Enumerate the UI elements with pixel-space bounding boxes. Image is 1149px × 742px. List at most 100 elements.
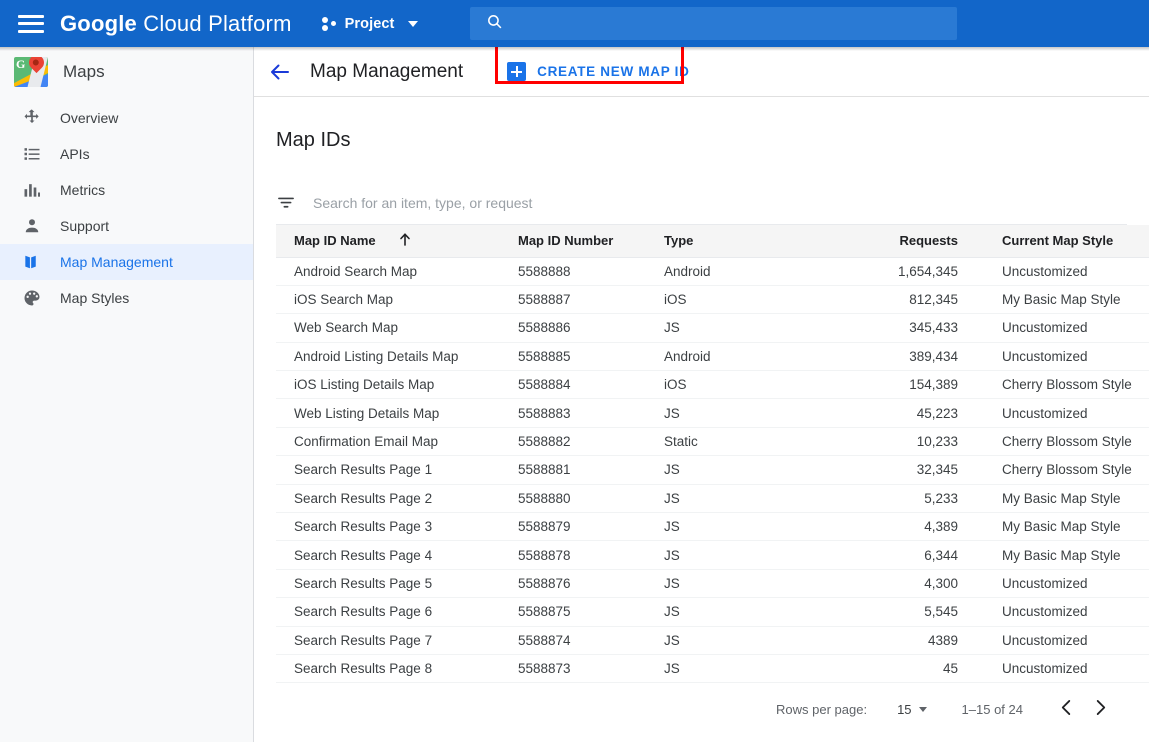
table-row[interactable]: Confirmation Email Map 5588882 Static 10,23… [276, 427, 1149, 457]
requests-cell: 4,300 [798, 569, 984, 599]
column-header-requests[interactable]: Requests [798, 225, 984, 258]
current-map-style-cell: Cherry Blossom Style [984, 370, 1149, 400]
rows-per-page-label: Rows per page: [776, 701, 868, 717]
map-type-cell: JS [646, 484, 798, 514]
map-id-number-cell: 5588886 [500, 313, 646, 343]
map-type-cell: JS [646, 626, 798, 655]
table-row[interactable]: Android Search Map 5588888 Android 1,654,34… [276, 257, 1149, 286]
map-type-cell: Static [646, 427, 798, 457]
chevron-left-icon [1059, 699, 1074, 719]
search-input[interactable] [513, 15, 957, 32]
sidebar-item-label: Overview [60, 110, 119, 126]
global-search-bar[interactable] [470, 7, 957, 40]
rows-per-page-select[interactable]: 15 [897, 701, 927, 717]
create-new-map-id-button[interactable]: CREATE NEW MAP ID [505, 58, 691, 85]
create-button-label: CREATE NEW MAP ID [537, 64, 690, 79]
table-pagination: Rows per page: 15 1–15 of 24 [276, 683, 1127, 735]
sidebar-item-map-styles[interactable]: Map Styles [0, 280, 253, 316]
sidebar-item-label: Map Management [60, 254, 173, 270]
map-id-name-cell: iOS Search Map [276, 285, 500, 315]
table-row[interactable]: Web Listing Details Map 5588883 JS 45,223 Un… [276, 398, 1149, 428]
back-arrow-icon[interactable] [268, 60, 292, 84]
search-icon [486, 13, 503, 35]
sidebar-item-apis[interactable]: APIs [0, 136, 253, 172]
map-id-name-cell: Confirmation Email Map [276, 427, 500, 457]
section-title: Map IDs [276, 129, 351, 151]
table-row[interactable]: Search Results Page 5 5588876 JS 4,300 Uncus… [276, 569, 1149, 599]
map-id-name-cell: Search Results Page 5 [276, 569, 500, 599]
requests-cell: 345,433 [798, 313, 984, 343]
rows-per-page-value: 15 [897, 701, 912, 717]
map-type-cell: iOS [646, 370, 798, 400]
map-id-number-cell: 5588880 [500, 484, 646, 514]
table-body: Android Search Map 5588888 Android 1,654,34… [276, 257, 1149, 684]
map-id-name-cell: Search Results Page 7 [276, 626, 500, 655]
product-header[interactable]: G Maps [0, 47, 253, 96]
page-header: Map Management CREATE NEW MAP ID [254, 44, 1149, 97]
table-row[interactable]: Web Search Map 5588886 JS 345,433 Uncustomiz… [276, 313, 1149, 343]
previous-page-button[interactable] [1049, 692, 1083, 726]
current-map-style-cell: Uncustomized [984, 626, 1149, 655]
column-header-map-id-name[interactable]: Map ID Name [276, 225, 500, 258]
current-map-style-cell: My Basic Map Style [984, 512, 1149, 542]
map-id-number-cell: 5588881 [500, 455, 646, 485]
requests-cell: 812,345 [798, 285, 984, 315]
brand-cloud-platform: Cloud Platform [143, 10, 292, 36]
hamburger-menu-icon[interactable] [18, 14, 44, 33]
requests-cell: 154,389 [798, 370, 984, 400]
project-selector[interactable]: Project [321, 15, 395, 32]
map-id-name-cell: Android Listing Details Map [276, 342, 500, 372]
table-row[interactable]: Search Results Page 8 5588873 JS 45 Uncustom… [276, 654, 1149, 684]
project-dots-icon [321, 16, 338, 31]
table-row[interactable]: Search Results Page 3 5588879 JS 4,389 My Ba… [276, 512, 1149, 542]
next-page-button[interactable] [1083, 692, 1117, 726]
sidebar-item-metrics[interactable]: Metrics [0, 172, 253, 208]
sidebar-item-map-management[interactable]: Map Management [0, 244, 253, 280]
project-label: Project [344, 15, 395, 32]
current-map-style-cell: Uncustomized [984, 398, 1149, 428]
requests-cell: 10,233 [798, 427, 984, 457]
map-type-cell: JS [646, 569, 798, 599]
map-id-name-cell: Android Search Map [276, 257, 500, 286]
current-map-style-cell: Uncustomized [984, 654, 1149, 684]
current-map-style-cell: Uncustomized [984, 342, 1149, 372]
table-row[interactable]: iOS Search Map 5588887 iOS 812,345 My Basic … [276, 285, 1149, 315]
map-icon [22, 252, 42, 272]
requests-cell: 32,345 [798, 455, 984, 485]
current-map-style-cell: My Basic Map Style [984, 540, 1149, 570]
list-icon [22, 144, 42, 164]
column-header-type[interactable]: Type [646, 225, 798, 258]
map-id-name-cell: Search Results Page 8 [276, 654, 500, 684]
map-id-name-cell: Search Results Page 4 [276, 540, 500, 570]
map-type-cell: JS [646, 455, 798, 485]
google-maps-logo-icon: G [14, 56, 48, 87]
sidebar: G Maps Overview APIs Metrics Support Map… [0, 47, 254, 742]
column-header-current-map-style[interactable]: Current Map Style [984, 225, 1149, 258]
sidebar-item-overview[interactable]: Overview [0, 100, 253, 136]
requests-cell: 45 [798, 654, 984, 684]
map-type-cell: JS [646, 597, 798, 627]
map-id-number-cell: 5588875 [500, 597, 646, 627]
table-row[interactable]: Search Results Page 4 5588878 JS 6,344 My Ba… [276, 540, 1149, 570]
current-map-style-cell: Cherry Blossom Style [984, 427, 1149, 457]
requests-cell: 45,223 [798, 398, 984, 428]
table-row[interactable]: Android Listing Details Map 5588885 Androi… [276, 342, 1149, 372]
table-search-input[interactable] [313, 194, 1127, 211]
chevron-down-icon[interactable] [408, 20, 419, 27]
filter-list-icon[interactable] [276, 193, 296, 213]
requests-cell: 389,434 [798, 342, 984, 372]
map-id-name-cell: Search Results Page 2 [276, 484, 500, 514]
sidebar-item-support[interactable]: Support [0, 208, 253, 244]
map-id-number-cell: 5588876 [500, 569, 646, 599]
column-header-map-id-number[interactable]: Map ID Number [500, 225, 646, 258]
table-row[interactable]: Search Results Page 7 5588874 JS 4389 Uncust… [276, 626, 1149, 655]
map-type-cell: iOS [646, 285, 798, 315]
map-id-name-cell: Web Search Map [276, 313, 500, 343]
map-type-cell: JS [646, 512, 798, 542]
table-row[interactable]: Search Results Page 6 5588875 JS 5,545 Uncus… [276, 597, 1149, 627]
sort-ascending-arrow-icon[interactable] [399, 232, 411, 249]
chevron-right-icon [1093, 699, 1108, 719]
table-row[interactable]: Search Results Page 2 5588880 JS 5,233 My Ba… [276, 484, 1149, 514]
table-row[interactable]: Search Results Page 1 5588881 JS 32,345 Cher… [276, 455, 1149, 485]
table-row[interactable]: iOS Listing Details Map 5588884 iOS 154,389… [276, 370, 1149, 400]
